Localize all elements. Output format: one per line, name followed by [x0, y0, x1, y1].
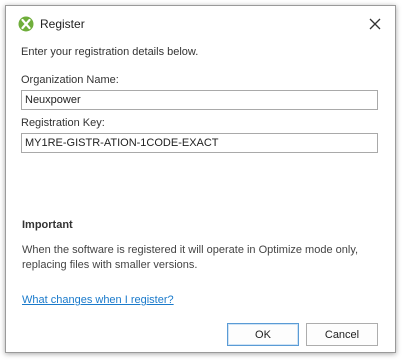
organization-name-input[interactable]	[21, 90, 378, 110]
important-text: When the software is registered it will …	[22, 244, 359, 271]
ok-button[interactable]: OK	[227, 323, 299, 346]
important-heading: Important	[22, 219, 73, 231]
registration-key-input[interactable]	[21, 133, 378, 153]
what-changes-link[interactable]: What changes when I register?	[22, 294, 174, 306]
organization-name-label: Organization Name:	[21, 74, 119, 86]
title-bar: Register	[6, 6, 395, 42]
close-icon[interactable]	[365, 14, 385, 34]
window-title: Register	[40, 17, 85, 31]
register-dialog: Register Enter your registration details…	[5, 5, 396, 353]
intro-text: Enter your registration details below.	[21, 46, 199, 58]
app-logo-icon	[18, 16, 34, 32]
registration-key-label: Registration Key:	[21, 117, 105, 129]
dialog-body: Enter your registration details below. O…	[21, 42, 380, 352]
cancel-button[interactable]: Cancel	[306, 323, 378, 346]
